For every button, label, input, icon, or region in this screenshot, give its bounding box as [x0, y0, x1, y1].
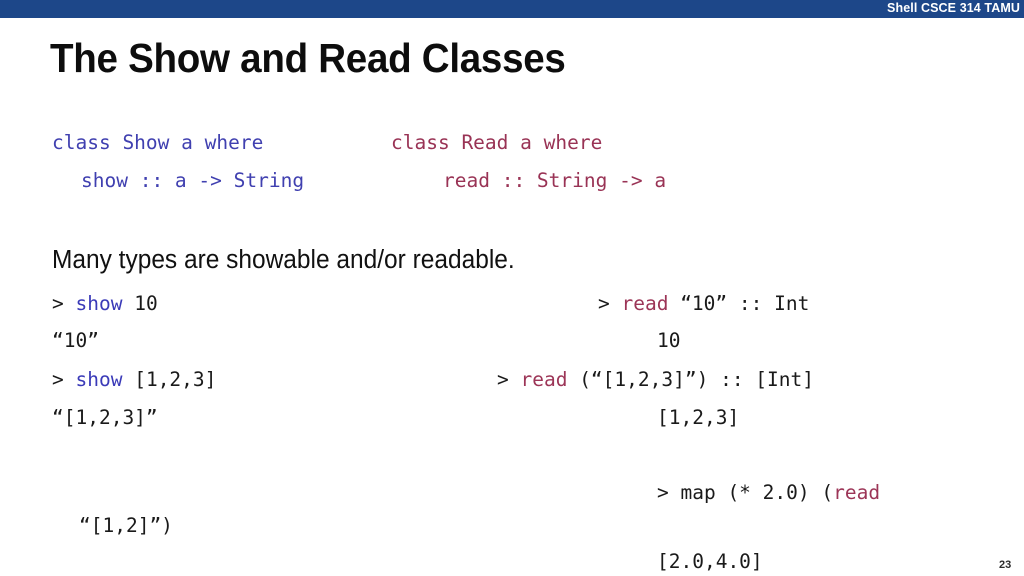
read-example-1-input: > read “10” :: Int	[598, 294, 809, 314]
show-continuation-fragment: “[1,2]”)	[79, 514, 173, 537]
read-keyword: read	[520, 368, 568, 391]
read-example-2-args: (“[1,2,3]”) :: [Int]	[567, 368, 814, 391]
course-banner-title: Shell CSCE 314 TAMU	[887, 1, 1020, 15]
read-example-2-output: [1,2,3]	[657, 406, 740, 429]
read-example-3-input: > map (* 2.0) (read	[657, 483, 880, 503]
class-show-declaration-line1: class Show a where	[52, 131, 264, 154]
read-keyword: read	[833, 481, 881, 504]
show-example-1-args: 10	[122, 292, 158, 315]
repl-prompt: >	[497, 368, 521, 391]
read-keyword: read	[621, 292, 669, 315]
show-example-2-args: [1,2,3]	[122, 368, 217, 391]
body-text-showable-readable: Many types are showable and/or readable.	[52, 246, 515, 274]
repl-prompt: >	[598, 292, 622, 315]
repl-prompt: >	[52, 292, 64, 315]
repl-prompt-map-expression: > map (* 2.0) (	[657, 481, 834, 504]
read-example-3-output: [2.0,4.0]	[657, 550, 763, 573]
class-show-method-signature: show :: a -> String	[81, 169, 305, 192]
class-read-declaration-line1: class Read a where	[391, 131, 603, 154]
show-example-2-input: > show [1,2,3]	[52, 370, 216, 390]
class-read-method-signature: read :: String -> a	[443, 169, 667, 192]
header-banner: Shell CSCE 314 TAMU	[0, 0, 1024, 18]
page-title: The Show and Read Classes	[50, 35, 566, 81]
read-example-1-args: “10” :: Int	[668, 292, 810, 315]
slide-page-number: 23	[999, 559, 1012, 571]
read-example-1-output: 10	[657, 329, 681, 352]
show-keyword: show	[75, 368, 123, 391]
repl-prompt: >	[52, 368, 64, 391]
show-example-1-output: “10”	[52, 329, 99, 352]
show-keyword: show	[75, 292, 123, 315]
read-example-2-input: > read (“[1,2,3]”) :: [Int]	[497, 370, 814, 390]
show-example-1-input: > show 10	[52, 294, 158, 314]
show-example-2-output: “[1,2,3]”	[52, 406, 158, 429]
